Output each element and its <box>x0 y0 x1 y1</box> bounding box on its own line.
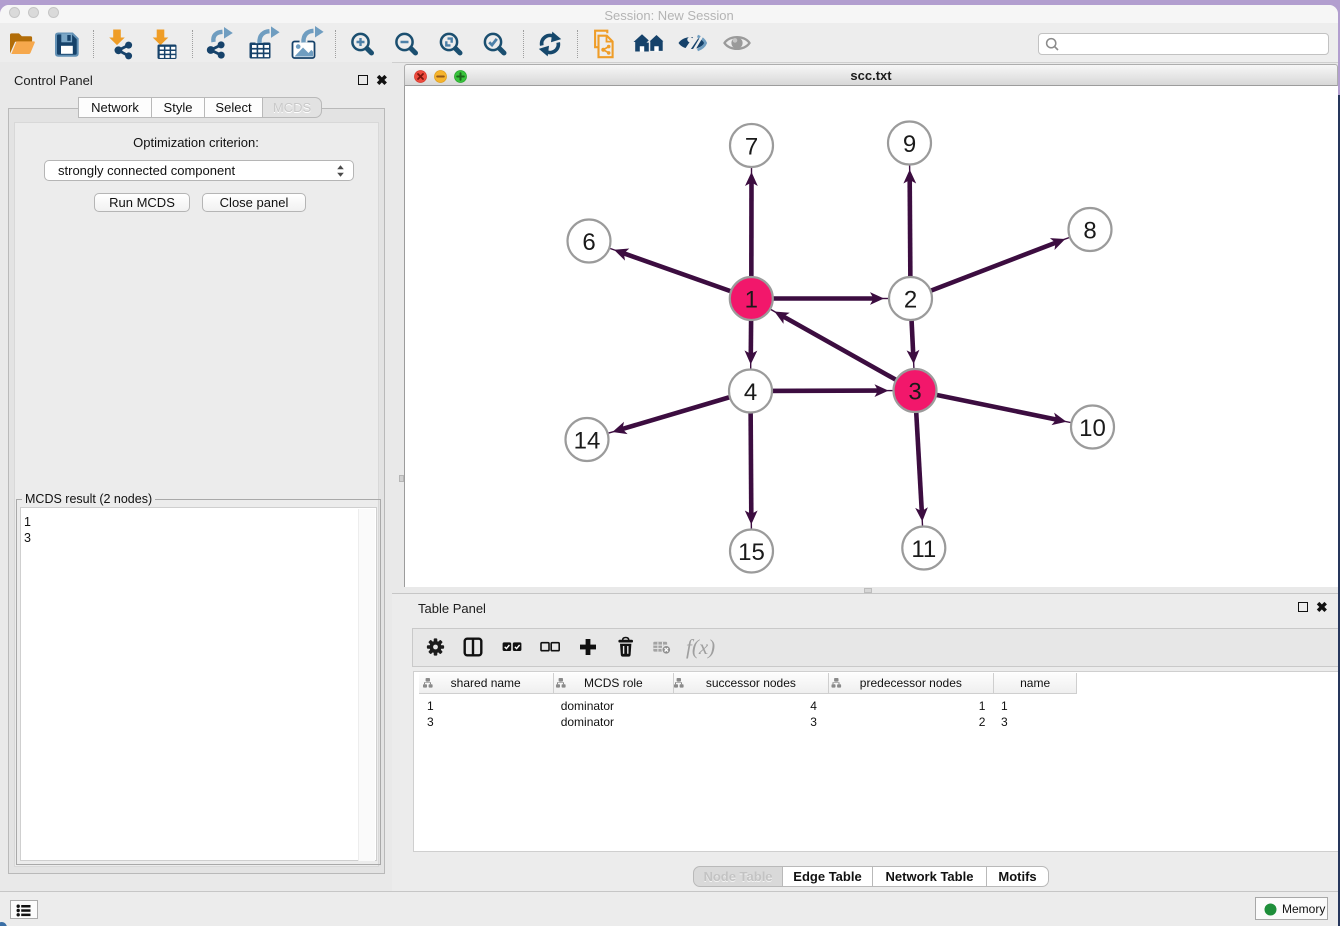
svg-text:8: 8 <box>1083 218 1096 245</box>
svg-text:1: 1 <box>745 287 758 314</box>
svg-text:6: 6 <box>582 229 595 256</box>
svg-text:2: 2 <box>904 287 917 314</box>
svg-text:11: 11 <box>911 536 936 563</box>
svg-text:9: 9 <box>903 131 916 158</box>
svg-text:f(x): f(x) <box>686 635 715 659</box>
svg-text:4: 4 <box>744 379 757 406</box>
svg-text:7: 7 <box>745 134 758 161</box>
svg-text:15: 15 <box>738 539 765 566</box>
svg-text:14: 14 <box>574 428 601 455</box>
svg-text:10: 10 <box>1079 415 1106 442</box>
svg-text:3: 3 <box>908 379 921 406</box>
